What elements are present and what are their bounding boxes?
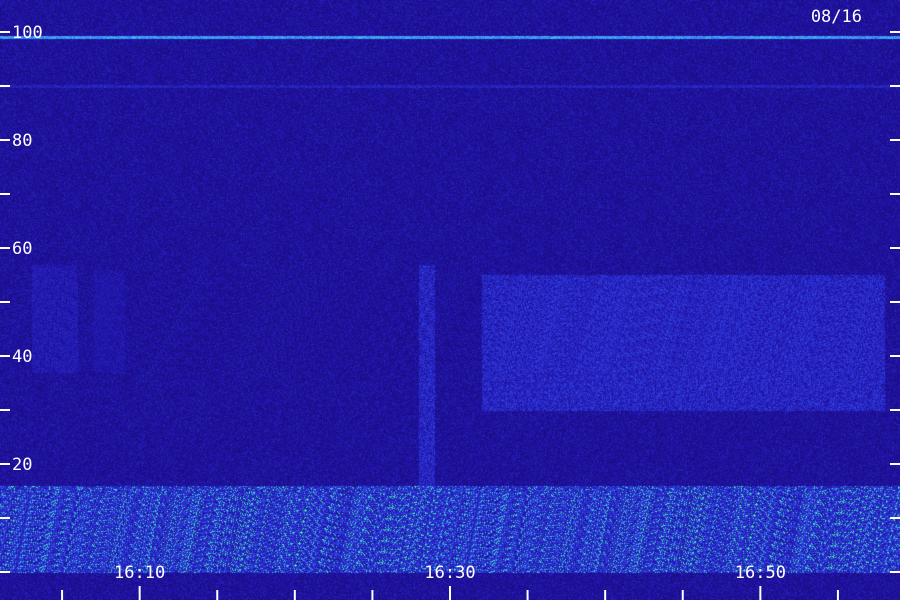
date-label: 08/16 xyxy=(811,7,862,27)
y-tick-label: 80 xyxy=(12,131,32,151)
axis-overlay: 20 40 60 80 100 16:10 16:30 16:50 08/16 xyxy=(0,7,900,600)
y-axis-ticks xyxy=(0,31,900,573)
spectrogram-panel: 20 40 60 80 100 16:10 16:30 16:50 08/16 xyxy=(0,0,900,600)
y-tick-label: 40 xyxy=(12,347,32,367)
x-axis-ticks xyxy=(61,586,839,600)
y-tick-label: 100 xyxy=(12,23,43,43)
y-tick-label: 60 xyxy=(12,239,32,259)
x-axis-labels: 16:10 16:30 16:50 xyxy=(114,563,786,583)
x-tick-label: 16:50 xyxy=(735,563,786,583)
y-tick-label: 20 xyxy=(12,455,32,475)
x-tick-label: 16:10 xyxy=(114,563,165,583)
y-axis-labels: 20 40 60 80 100 xyxy=(12,23,43,475)
x-tick-label: 16:30 xyxy=(424,563,475,583)
